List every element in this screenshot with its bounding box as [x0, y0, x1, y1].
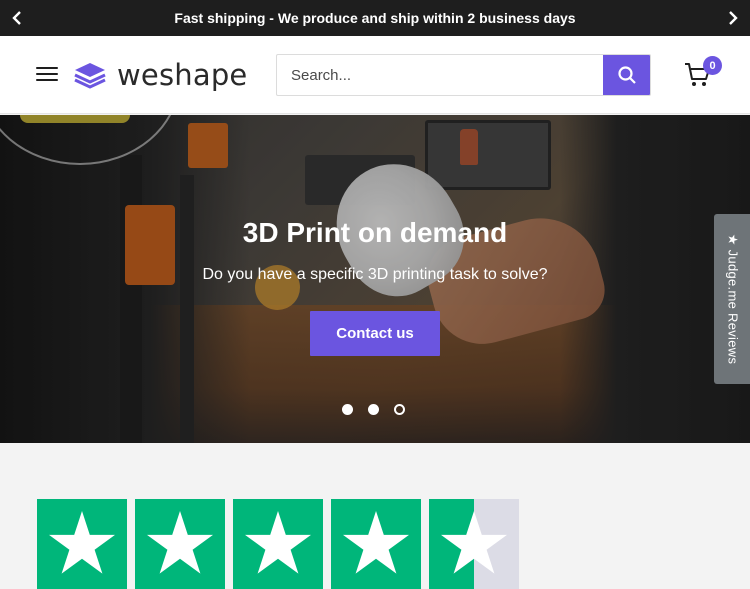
- chevron-right-icon: [729, 11, 738, 25]
- announcement-prev-button[interactable]: [0, 0, 36, 36]
- trustpilot-star: [429, 499, 519, 589]
- trustpilot-star: [37, 499, 127, 589]
- star-icon: [49, 511, 115, 574]
- announcement-next-button[interactable]: [714, 0, 750, 36]
- hero-slideshow: 3D Print on demand Do you have a specifi…: [0, 115, 750, 443]
- star-icon: [147, 511, 213, 574]
- announcement-text: Fast shipping - We produce and ship with…: [174, 10, 576, 26]
- hero-title: 3D Print on demand: [242, 217, 508, 248]
- reviews-tab-label: ★ Judge.me Reviews: [725, 233, 740, 365]
- trustpilot-star: [233, 499, 323, 589]
- trustpilot-star: [135, 499, 225, 589]
- search-bar: [276, 54, 651, 96]
- judgeme-reviews-tab[interactable]: ★ Judge.me Reviews: [714, 214, 750, 384]
- site-logo[interactable]: weshape: [73, 57, 247, 93]
- cart-button[interactable]: 0: [684, 56, 722, 90]
- trustpilot-rating: [37, 499, 527, 589]
- hamburger-menu-icon[interactable]: [36, 64, 58, 86]
- slide-dot-2[interactable]: [368, 404, 379, 415]
- star-icon: [245, 511, 311, 574]
- slideshow-dots: [342, 404, 420, 415]
- contact-us-button[interactable]: Contact us: [310, 311, 440, 356]
- trustpilot-star: [331, 499, 421, 589]
- search-input[interactable]: [277, 55, 603, 95]
- star-icon: [441, 511, 507, 574]
- star-icon: [343, 511, 409, 574]
- search-icon: [617, 66, 636, 84]
- hero-subtitle: Do you have a specific 3D printing task …: [202, 266, 548, 283]
- slide-dot-1[interactable]: [342, 404, 353, 415]
- site-header: weshape 0: [0, 36, 750, 114]
- search-button[interactable]: [603, 55, 650, 95]
- announcement-bar: Fast shipping - We produce and ship with…: [0, 0, 750, 36]
- chevron-left-icon: [12, 11, 21, 25]
- slide-dot-3[interactable]: [394, 404, 405, 415]
- cart-count-badge: 0: [703, 56, 722, 75]
- logo-layers-icon: [74, 63, 106, 89]
- logo-text: weshape: [117, 58, 248, 92]
